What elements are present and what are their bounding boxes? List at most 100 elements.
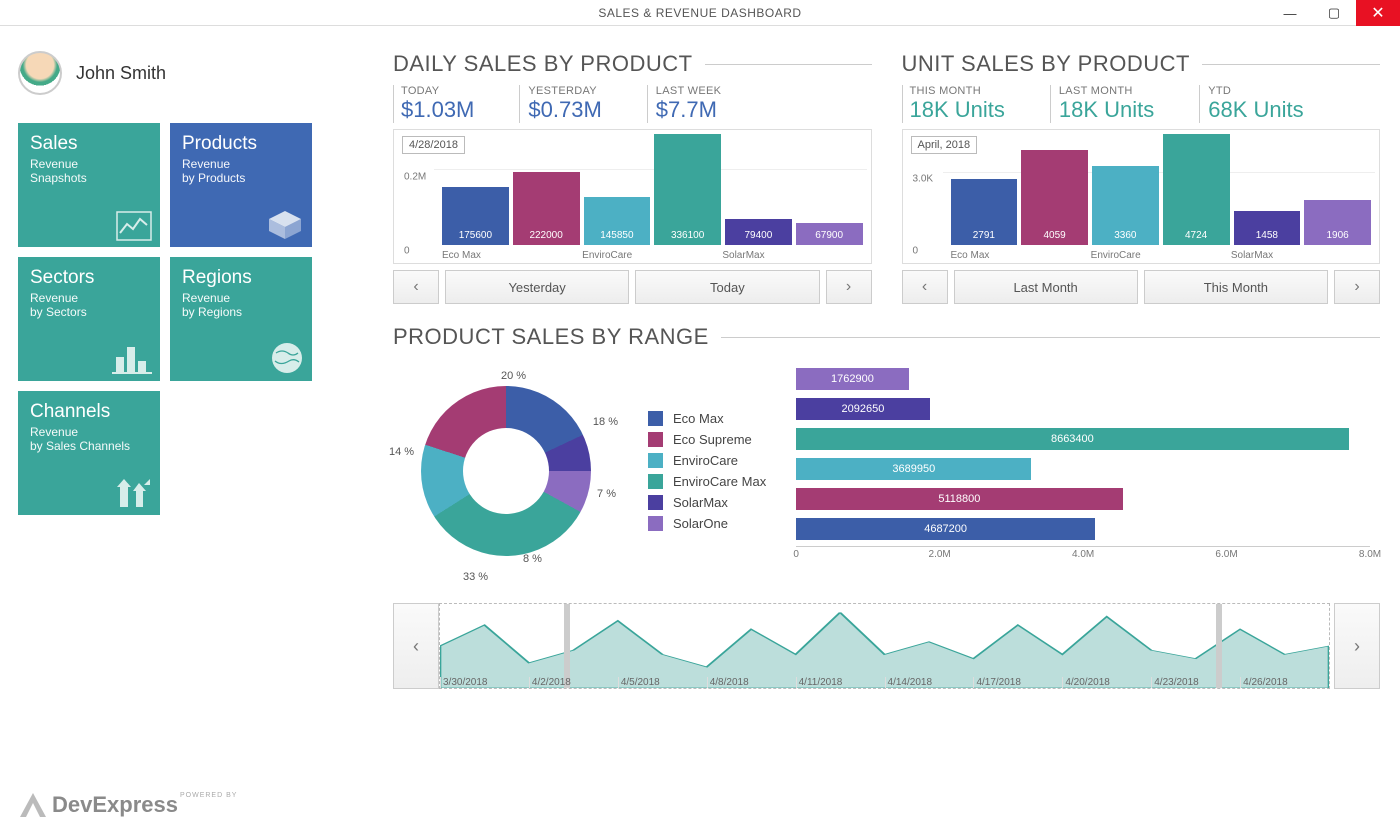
hbar: 1762900 — [796, 368, 908, 390]
chart-line-icon — [116, 211, 152, 241]
maximize-button[interactable]: ▢ — [1312, 0, 1356, 26]
devexpress-icon — [20, 793, 46, 817]
tile-title: Sales — [30, 133, 148, 155]
tile-regions[interactable]: Regions Revenue by Regions — [170, 257, 312, 381]
bar: 67900 — [796, 223, 863, 245]
hbar: 8663400 — [796, 428, 1348, 450]
legend-label: Eco Max — [673, 411, 724, 426]
y-tick: 0 — [404, 246, 410, 257]
hbar: 3689950 — [796, 458, 1031, 480]
today-button[interactable]: Today — [635, 270, 819, 304]
range-handle-right[interactable] — [1216, 604, 1222, 688]
hbar: 4687200 — [796, 518, 1095, 540]
legend-item[interactable]: SolarOne — [648, 516, 766, 531]
y-tick: 0.2M — [404, 171, 426, 182]
bar: 1458 — [1234, 211, 1301, 245]
next-button[interactable]: › — [826, 270, 872, 304]
timeline-date: 4/20/2018 — [1062, 677, 1151, 688]
bar: 145850 — [584, 197, 651, 245]
legend-item[interactable]: EnviroCare Max — [648, 474, 766, 489]
stat-label: YESTERDAY — [528, 85, 601, 97]
last-month-button[interactable]: Last Month — [954, 270, 1138, 304]
hbar-row: 5118800 — [796, 486, 1370, 512]
hbar: 5118800 — [796, 488, 1122, 510]
range-body[interactable]: 3/30/20184/2/20184/5/20184/8/20184/11/20… — [439, 603, 1330, 689]
bar: 2791 — [951, 179, 1018, 245]
stat-value: $1.03M — [401, 97, 474, 123]
timeline-date: 4/23/2018 — [1151, 677, 1240, 688]
x-tick: 2.0M — [929, 549, 951, 560]
tile-channels[interactable]: Channels Revenue by Sales Channels — [18, 391, 160, 515]
stat-value: $0.73M — [528, 97, 601, 123]
tile-products[interactable]: Products Revenue by Products — [170, 123, 312, 247]
globe-icon — [270, 341, 304, 375]
stat-label: YTD — [1208, 85, 1303, 97]
legend-swatch — [648, 495, 663, 510]
legend-item[interactable]: Eco Supreme — [648, 432, 766, 447]
legend-item[interactable]: Eco Max — [648, 411, 766, 426]
tile-sub: Revenue — [30, 425, 148, 439]
section-title: DAILY SALES BY PRODUCT — [393, 51, 872, 77]
x-tick: 0 — [793, 549, 799, 560]
legend-swatch — [648, 516, 663, 531]
stat-value: 18K Units — [1059, 97, 1154, 123]
legend-label: EnviroCare — [673, 453, 738, 468]
bar: 175600 — [442, 187, 509, 245]
stat-value: $7.7M — [656, 97, 721, 123]
x-label: EnviroCare — [582, 250, 722, 261]
range-prev-button[interactable]: ‹ — [393, 603, 439, 689]
range-selector[interactable]: ‹ 3/30/20184/2/20184/5/20184/8/20184/11/… — [393, 603, 1380, 689]
tile-sectors[interactable]: Sectors Revenue by Sectors — [18, 257, 160, 381]
tile-sales[interactable]: Sales Revenue Snapshots — [18, 123, 160, 247]
avatar — [18, 51, 62, 95]
daily-sales-panel: DAILY SALES BY PRODUCT TODAY$1.03M YESTE… — [393, 51, 872, 304]
stat-label: LAST MONTH — [1059, 85, 1154, 97]
range-handle-left[interactable] — [564, 604, 570, 688]
legend-label: SolarMax — [673, 495, 728, 510]
date-chip: 4/28/2018 — [402, 136, 465, 154]
range-next-button[interactable]: › — [1334, 603, 1380, 689]
tile-sub: by Sectors — [30, 305, 148, 319]
hbar-row: 3689950 — [796, 456, 1370, 482]
timeline-date: 3/30/2018 — [440, 677, 529, 688]
donut-label: 7 % — [597, 488, 616, 500]
bar: 336100 — [654, 134, 721, 245]
legend-item[interactable]: EnviroCare — [648, 453, 766, 468]
arrows-up-icon — [114, 475, 152, 509]
prev-button[interactable]: ‹ — [393, 270, 439, 304]
stat-label: TODAY — [401, 85, 474, 97]
yesterday-button[interactable]: Yesterday — [445, 270, 629, 304]
hbar-row: 2092650 — [796, 396, 1370, 422]
legend-swatch — [648, 474, 663, 489]
bar: 3360 — [1092, 166, 1159, 245]
prev-button[interactable]: ‹ — [902, 270, 948, 304]
footer-brand: DevExpress POWERED BY — [20, 792, 235, 818]
x-label: SolarMax — [722, 250, 862, 261]
timeline-date: 4/14/2018 — [885, 677, 974, 688]
section-title: UNIT SALES BY PRODUCT — [902, 51, 1381, 77]
this-month-button[interactable]: This Month — [1144, 270, 1328, 304]
close-button[interactable]: ✕ — [1356, 0, 1400, 26]
hbar: 2092650 — [796, 398, 929, 420]
minimize-button[interactable]: — — [1268, 0, 1312, 26]
legend-label: EnviroCare Max — [673, 474, 766, 489]
next-button[interactable]: › — [1334, 270, 1380, 304]
x-tick: 4.0M — [1072, 549, 1094, 560]
unit-chart: April, 2018 3.0K 0 279140593360472414581… — [902, 129, 1381, 264]
window-title: SALES & REVENUE DASHBOARD — [0, 6, 1400, 20]
timeline-date: 4/11/2018 — [796, 677, 885, 688]
timeline-date: 4/26/2018 — [1240, 677, 1329, 688]
donut-chart: 20 % 18 % 7 % 8 % 33 % 14 % — [393, 358, 618, 583]
timeline-date: 4/17/2018 — [973, 677, 1062, 688]
tile-sub: by Sales Channels — [30, 439, 148, 453]
date-chip: April, 2018 — [911, 136, 978, 154]
hbar-row: 1762900 — [796, 366, 1370, 392]
donut-label: 33 % — [463, 571, 488, 583]
tile-sub: Revenue — [182, 291, 300, 305]
bar: 222000 — [513, 172, 580, 245]
title-bar: SALES & REVENUE DASHBOARD — ▢ ✕ — [0, 0, 1400, 26]
tile-title: Regions — [182, 267, 300, 289]
legend-item[interactable]: SolarMax — [648, 495, 766, 510]
x-label: SolarMax — [1231, 250, 1371, 261]
legend-label: SolarOne — [673, 516, 728, 531]
